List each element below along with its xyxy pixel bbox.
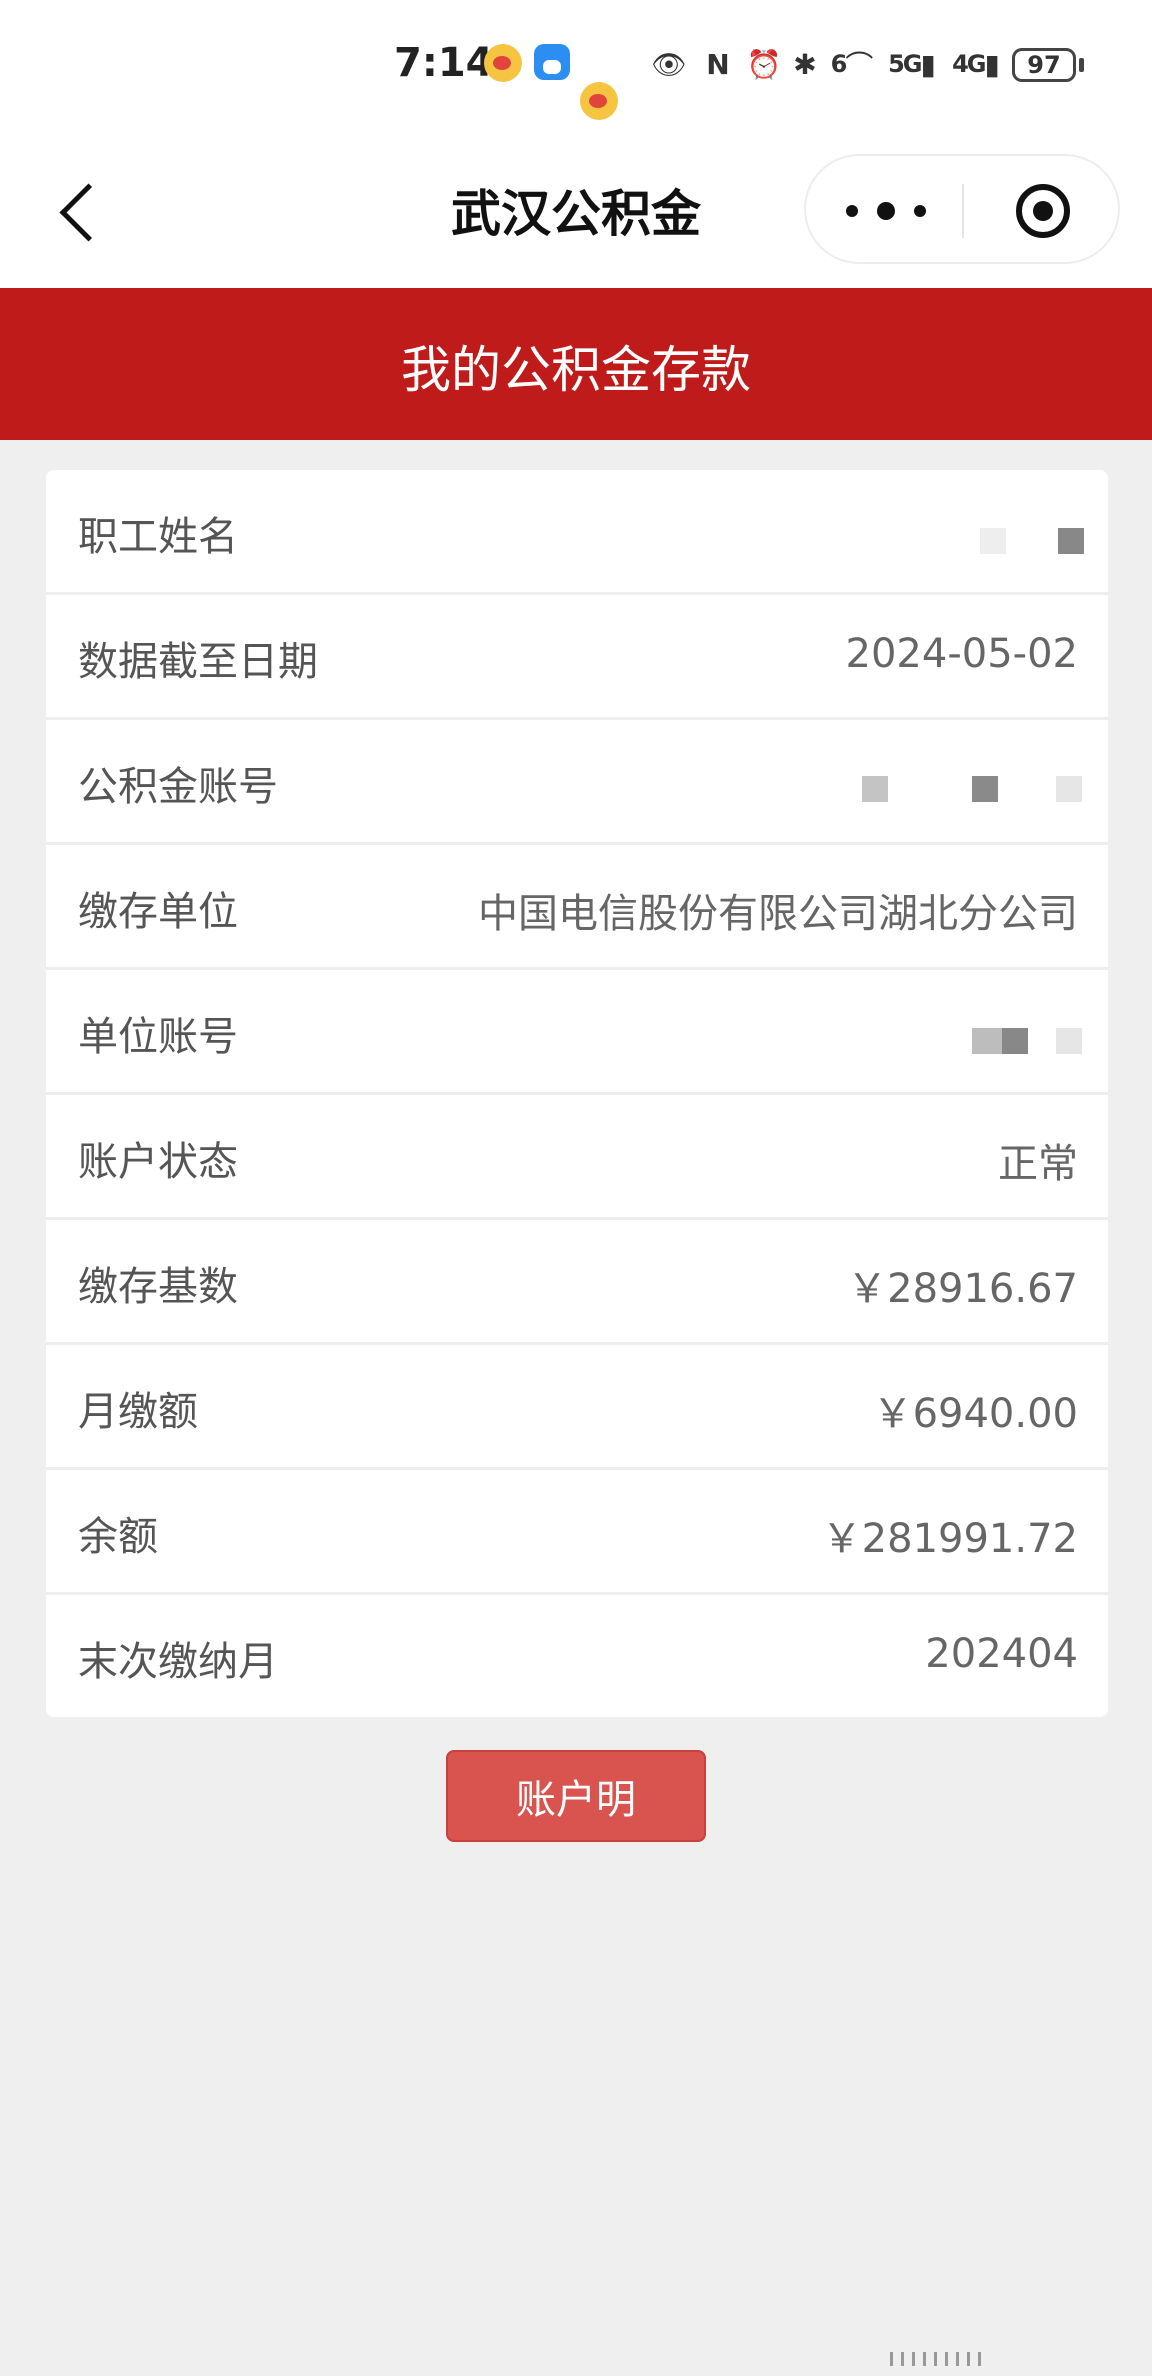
- info-row-employer: 缴存单位 中国电信股份有限公司湖北分公司: [46, 845, 1108, 970]
- weibo-icon: [484, 44, 522, 82]
- row-label: 余额: [78, 1514, 158, 1560]
- row-label: 月缴额: [78, 1389, 198, 1435]
- row-label: 缴存单位: [78, 889, 238, 935]
- signal-icon: 4G ▮: [952, 47, 1000, 81]
- status-time: 7:14: [394, 40, 494, 86]
- info-row-name: 职工姓名: [46, 470, 1108, 595]
- account-detail-button[interactable]: 账户明: [446, 1750, 706, 1842]
- section-header: 我的公积金存款: [0, 288, 1152, 440]
- row-label: 职工姓名: [78, 514, 238, 560]
- nav-bar: 武汉公积金: [0, 140, 1152, 288]
- chat-icon: [534, 44, 570, 80]
- row-label: 数据截至日期: [78, 639, 318, 685]
- more-icon[interactable]: [846, 196, 926, 226]
- blurred-mask: [1002, 1028, 1028, 1054]
- blurred-mask: [972, 1028, 1002, 1054]
- nfc-icon: N: [706, 47, 730, 81]
- blurred-mask: [862, 776, 888, 802]
- battery-icon: 97: [1012, 48, 1076, 82]
- info-row-base: 缴存基数 ￥28916.67: [46, 1220, 1108, 1345]
- blurred-mask: [1056, 776, 1082, 802]
- info-row-last-month: 末次缴纳月 202404: [46, 1595, 1108, 1717]
- row-value: ￥28916.67: [847, 1266, 1078, 1312]
- signal-icon: 5G ▮: [888, 47, 936, 81]
- row-label: 缴存基数: [78, 1264, 238, 1310]
- mini-program-capsule: [804, 154, 1120, 264]
- weibo-icon: [580, 82, 618, 120]
- info-row-status: 账户状态 正常: [46, 1095, 1108, 1220]
- blurred-mask: [972, 776, 998, 802]
- bottom-watermark: [890, 2352, 1130, 2366]
- close-target-icon[interactable]: [1016, 184, 1070, 238]
- row-value: ￥281991.72: [821, 1516, 1078, 1562]
- bluetooth-icon: ✱: [793, 47, 817, 81]
- row-value: 正常: [998, 1141, 1078, 1187]
- eye-icon: 👁: [651, 47, 687, 81]
- blurred-mask: [1058, 528, 1084, 554]
- info-row-balance: 余额 ￥281991.72: [46, 1470, 1108, 1595]
- row-value: 中国电信股份有限公司湖北分公司: [478, 891, 1078, 937]
- status-bar: 7:14 👁 N ⏰ ✱ 6 ⌒ 5G ▮ 4G ▮ 97: [0, 0, 1152, 140]
- alarm-icon: ⏰: [746, 47, 782, 81]
- row-value: ￥6940.00: [872, 1391, 1078, 1437]
- row-label: 账户状态: [78, 1139, 238, 1185]
- row-label: 末次缴纳月: [78, 1639, 278, 1685]
- row-value: 2024-05-02: [845, 631, 1078, 677]
- blurred-mask: [980, 528, 1006, 554]
- wifi-icon: 6 ⌒: [830, 49, 874, 82]
- account-info-card: 职工姓名 数据截至日期 2024-05-02 公积金账号 缴存单位 中国电信股份…: [46, 470, 1108, 1717]
- battery-level: 97: [1027, 51, 1061, 79]
- row-label: 单位账号: [78, 1014, 238, 1060]
- info-row-fund-account: 公积金账号: [46, 720, 1108, 845]
- info-row-employer-account: 单位账号: [46, 970, 1108, 1095]
- blurred-mask: [1056, 1028, 1082, 1054]
- info-row-monthly: 月缴额 ￥6940.00: [46, 1345, 1108, 1470]
- battery-cap: [1079, 58, 1084, 72]
- row-label: 公积金账号: [78, 764, 278, 810]
- row-value: 202404: [925, 1631, 1078, 1677]
- info-row-date: 数据截至日期 2024-05-02: [46, 595, 1108, 720]
- capsule-divider: [962, 184, 964, 238]
- section-title: 我的公积金存款: [401, 341, 751, 399]
